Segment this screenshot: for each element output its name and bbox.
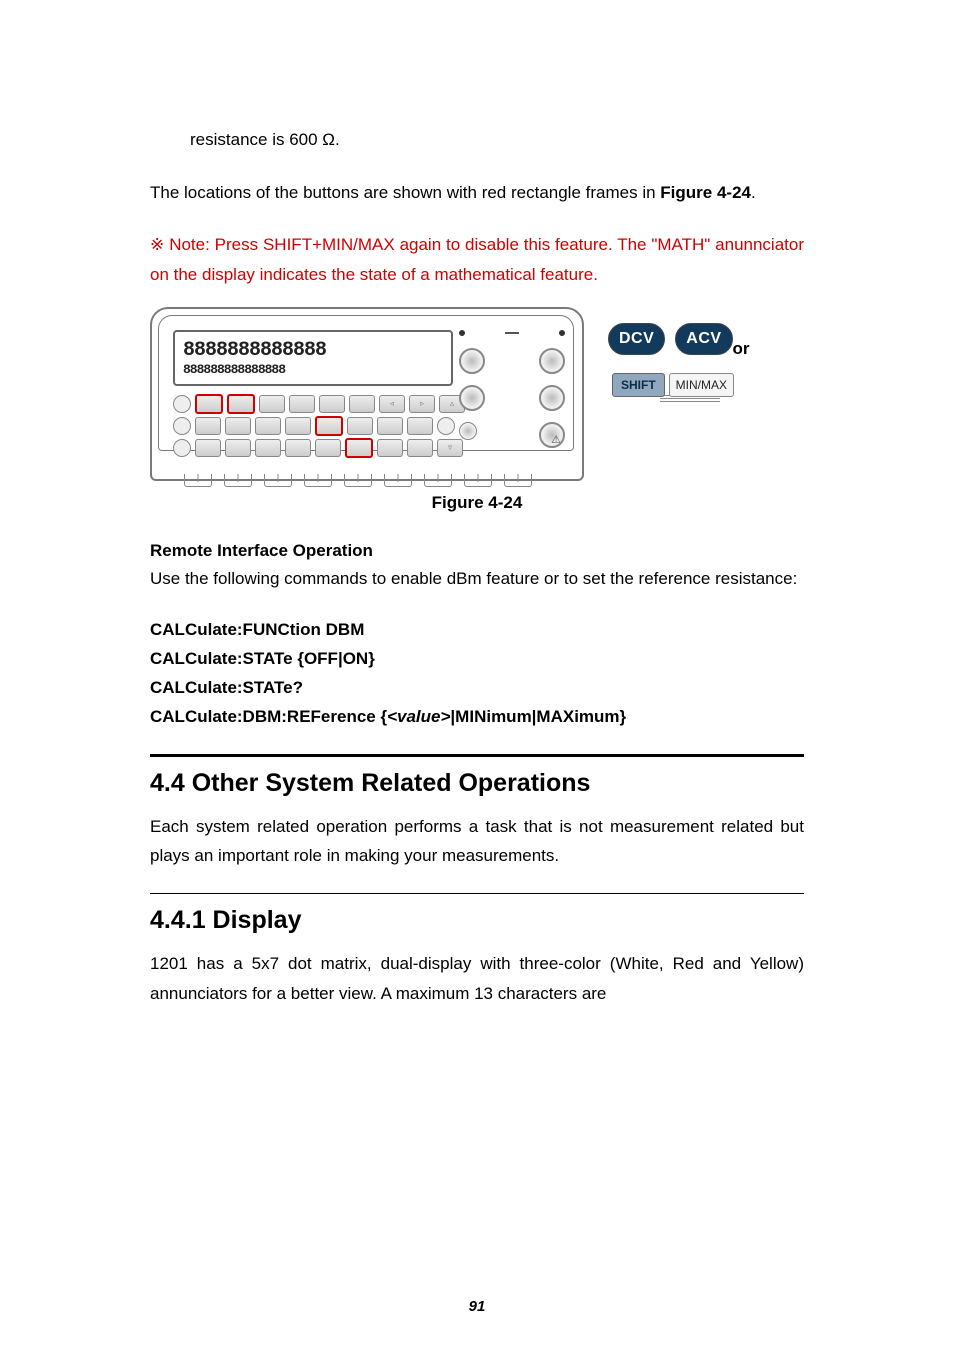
figure-row: 8888888888888 888888888888888 ◁ ▷ △ <box>150 307 804 487</box>
vent-slot <box>304 474 332 487</box>
terminal-panel <box>459 330 565 448</box>
locations-text-1: The locations of the buttons are shown w… <box>150 183 660 202</box>
shift-key-callout: SHIFT <box>612 373 665 397</box>
panel-button <box>347 417 373 435</box>
vent-slot <box>424 474 452 487</box>
panel-button <box>349 395 375 413</box>
figure-caption: Figure 4-24 <box>150 493 804 513</box>
device-inner-frame: 8888888888888 888888888888888 ◁ ▷ △ <box>158 315 574 451</box>
command-line-2: CALCulate:STATe {OFF|ON} <box>150 645 804 674</box>
section-4-4-1-paragraph: 1201 has a 5x7 dot matrix, dual-display … <box>150 949 804 1009</box>
panel-button <box>407 417 433 435</box>
remote-interface-heading: Remote Interface Operation <box>150 541 804 561</box>
panel-button <box>259 395 285 413</box>
lcd-primary-digits: 8888888888888 <box>183 341 326 361</box>
left-arrow-button: ◁ <box>379 395 405 413</box>
panel-button <box>255 417 281 435</box>
minmax-button <box>315 416 343 436</box>
terminal-dot <box>459 330 465 336</box>
terminal-dot <box>559 330 565 336</box>
or-label: or <box>678 339 804 359</box>
input-jack-hi <box>539 348 565 374</box>
panel-button <box>377 439 403 457</box>
subsection-divider <box>150 893 804 894</box>
dcv-pill: DCV <box>608 323 665 355</box>
remote-interface-paragraph: Use the following commands to enable dBm… <box>150 565 804 594</box>
section-4-4-1-heading: 4.4.1 Display <box>150 906 804 935</box>
panel-button <box>255 439 281 457</box>
command-line-1: CALCulate:FUNCtion DBM <box>150 616 804 645</box>
panel-button <box>195 417 221 435</box>
power-button <box>173 395 191 413</box>
locations-paragraph: The locations of the buttons are shown w… <box>150 178 804 208</box>
panel-button <box>407 439 433 457</box>
vent-slot <box>464 474 492 487</box>
side-controls: DCV ACV or SHIFT MIN/MAX <box>608 307 804 404</box>
device-panel-illustration: 8888888888888 888888888888888 ◁ ▷ △ <box>150 307 590 487</box>
panel-button <box>437 417 455 435</box>
vent-slot <box>344 474 372 487</box>
hazard-icon: ⚠ <box>551 433 561 446</box>
bottom-slots <box>184 474 532 487</box>
dcv-button <box>195 394 223 414</box>
section-4-4-heading: 4.4 Other System Related Operations <box>150 769 804 798</box>
input-jack-lo <box>539 385 565 411</box>
vent-slot <box>504 474 532 487</box>
panel-button <box>289 395 315 413</box>
panel-button <box>225 417 251 435</box>
vent-slot <box>224 474 252 487</box>
vent-slot <box>264 474 292 487</box>
command-block: CALCulate:FUNCtion DBM CALCulate:STATe {… <box>150 616 804 732</box>
input-jack-lo-sense <box>459 385 485 411</box>
vent-slot <box>384 474 412 487</box>
panel-button <box>173 417 191 435</box>
section-4-4-paragraph: Each system related operation performs a… <box>150 812 804 872</box>
lcd-display: 8888888888888 888888888888888 <box>173 330 453 386</box>
command-line-4: CALCulate:DBM:REFerence {<value>|MINimum… <box>150 703 804 732</box>
lcd-secondary-digits: 888888888888888 <box>183 363 285 376</box>
right-arrow-button: ▷ <box>409 395 435 413</box>
section-divider <box>150 754 804 757</box>
note-paragraph: ※ Note: Press SHIFT+MIN/MAX again to dis… <box>150 230 804 290</box>
shift-button <box>345 438 373 458</box>
acv-button <box>227 394 255 414</box>
command-line-3: CALCulate:STATe? <box>150 674 804 703</box>
page-number: 91 <box>0 1298 954 1315</box>
panel-button <box>173 439 191 457</box>
panel-button <box>377 417 403 435</box>
locations-fig-ref: Figure 4-24 <box>660 183 751 202</box>
vent-slot <box>184 474 212 487</box>
panel-button <box>319 395 345 413</box>
input-jack-amp <box>459 422 477 440</box>
button-row-3: ▽ <box>173 438 463 458</box>
panel-button <box>315 439 341 457</box>
panel-button <box>285 439 311 457</box>
panel-button <box>285 417 311 435</box>
locations-text-2: . <box>751 183 756 202</box>
panel-button <box>225 439 251 457</box>
indent-text: resistance is 600 Ω. <box>190 130 804 150</box>
button-row-2 <box>173 416 455 436</box>
minmax-key-callout: MIN/MAX <box>669 373 734 397</box>
panel-button <box>195 439 221 457</box>
input-jack-hi-sense <box>459 348 485 374</box>
button-row-1: ◁ ▷ △ <box>173 394 465 414</box>
